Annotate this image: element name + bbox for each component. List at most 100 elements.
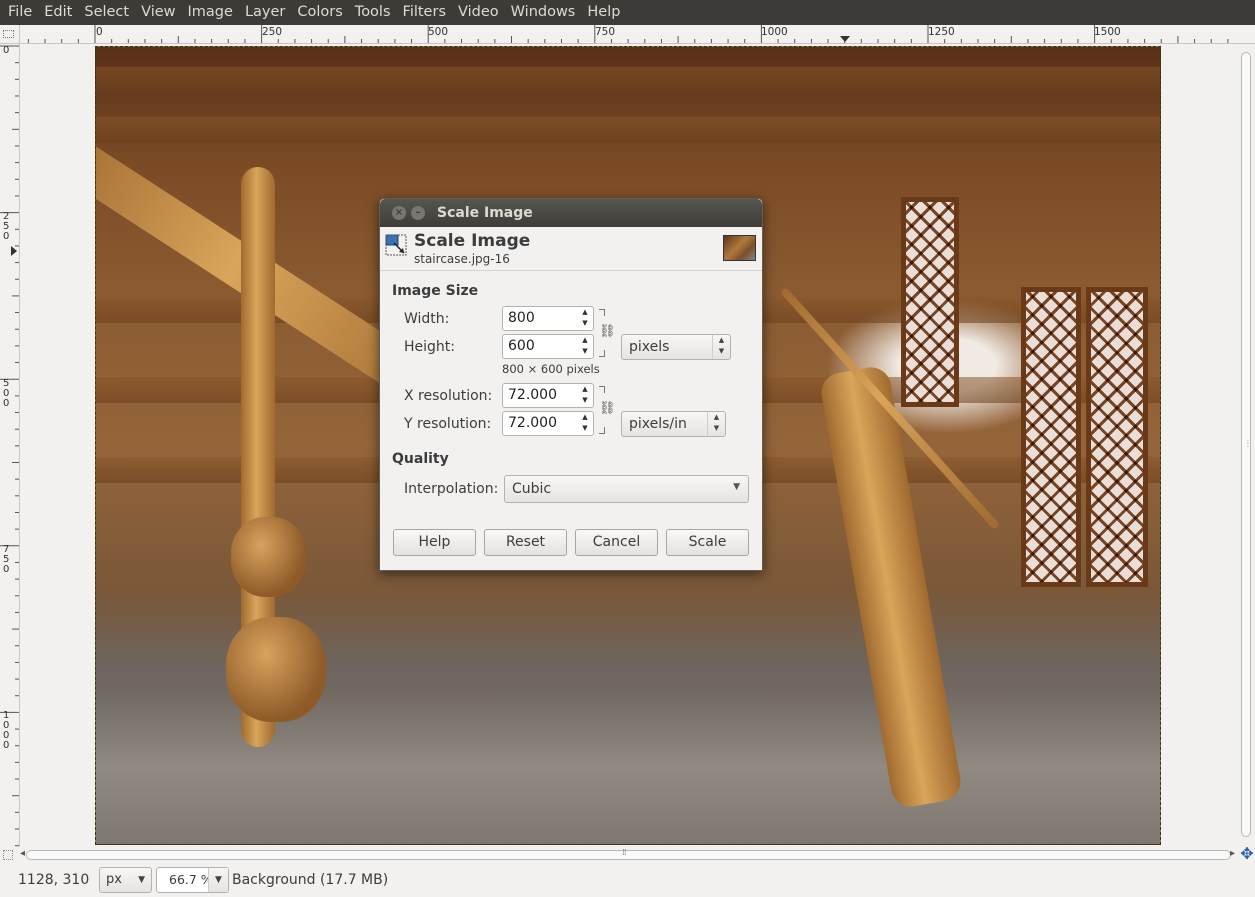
height-value: 600 [508,338,535,354]
image-thumbnail [723,235,756,261]
chain-link-icon: ⛓ [599,324,616,339]
dialog-header-title: Scale Image [414,231,531,251]
vruler-label: 250 [3,211,10,242]
spin-arrows-icon[interactable]: ▲ ▼ [577,307,593,330]
spin-arrows-icon: ▲ ▼ [712,335,730,359]
zoom-selector[interactable]: 66.7 % ▼ [156,867,229,893]
pointer-marker-icon [11,246,17,256]
canvas-menu-button[interactable] [1235,25,1255,44]
vruler-label: 500 [3,378,10,409]
layer-info: Background (17.7 MB) [232,872,389,888]
horizontal-ruler[interactable]: 0 250 500 750 1000 1250 1500 [20,25,1235,44]
dialog-separator [380,270,762,271]
hruler-label: 1500 [1094,26,1121,38]
image-size-heading: Image Size [392,283,479,299]
chain-link-icon: ⛓ [599,401,616,416]
lattice-window [901,197,959,407]
reset-button[interactable]: Reset [484,529,567,556]
height-label: Height: [404,339,455,355]
statusbar: 1128, 310 px ▼ 66.7 % ▼ Background (17.7… [0,863,1255,897]
spin-arrows-icon[interactable]: ▲ ▼ [577,384,593,407]
menu-select[interactable]: Select [78,0,135,25]
horizontal-scroll-track[interactable] [26,850,1231,860]
scale-image-icon [385,234,407,256]
menu-file[interactable]: File [2,0,38,25]
x-resolution-label: X resolution: [404,388,493,404]
unit-selector[interactable]: px ▼ [99,867,152,893]
y-resolution-field[interactable]: 72.000 ▲ ▼ [502,411,594,436]
resolution-unit-selector[interactable]: pixels/in ▲ ▼ [621,411,726,437]
selection-corner-icon [3,30,14,38]
hruler-label: 250 [262,26,283,38]
chevron-down-icon: ▼ [138,875,145,885]
scroll-right-icon[interactable]: ▸ [1230,848,1235,859]
dialog-title: Scale Image [437,205,533,221]
quick-mask-icon[interactable] [3,850,13,860]
menu-filters[interactable]: Filters [397,0,452,25]
size-info: 800 × 600 pixels [502,362,600,376]
newel-knob [231,517,306,597]
y-resolution-label: Y resolution: [404,416,492,432]
size-unit-selector[interactable]: pixels ▲ ▼ [621,334,731,360]
menu-windows[interactable]: Windows [505,0,582,25]
menu-video[interactable]: Video [452,0,505,25]
menu-view[interactable]: View [135,0,181,25]
menu-image[interactable]: Image [182,0,239,25]
horizontal-ruler-ticks [27,25,1229,43]
menu-edit[interactable]: Edit [38,0,78,25]
x-resolution-field[interactable]: 72.000 ▲ ▼ [502,383,594,408]
navigate-icon[interactable]: ✥ [1239,846,1255,862]
hruler-label: 500 [428,26,449,38]
menubar: File Edit Select View Image Layer Colors… [0,0,1255,25]
menu-layer[interactable]: Layer [239,0,291,25]
hruler-label: 1250 [928,26,955,38]
unit-value: px [106,872,122,887]
zoom-value: 66.7 % [169,872,213,887]
help-button[interactable]: Help [393,529,476,556]
scale-image-dialog: × – Scale Image Scale Image staircase.jp… [379,198,763,571]
chevron-down-icon[interactable]: ▼ [208,868,228,892]
lattice-door-right [1086,287,1148,587]
newel-burl [226,617,326,722]
scroll-left-icon[interactable]: ◂ [20,848,25,859]
lattice-door-left [1021,287,1081,587]
menu-tools[interactable]: Tools [349,0,397,25]
width-label: Width: [404,311,450,327]
horizontal-scrollbar[interactable]: ◂ ⁞⁞ ▸ [0,847,1255,863]
ruler-corner[interactable] [0,25,20,44]
resolution-chain-button[interactable]: ⛓ [599,386,616,434]
scale-button[interactable]: Scale [666,529,749,556]
quality-heading: Quality [392,451,449,467]
dialog-header-subtitle: staircase.jpg-16 [414,252,510,266]
interpolation-selector[interactable]: Cubic ▼ [504,475,749,503]
dialog-titlebar[interactable]: × – Scale Image [380,199,762,227]
vertical-scrollbar[interactable]: ⋮ [1237,44,1255,847]
y-resolution-value: 72.000 [508,415,557,431]
close-icon[interactable]: × [392,206,406,220]
width-field[interactable]: 800 ▲ ▼ [502,306,594,331]
cancel-button[interactable]: Cancel [575,529,658,556]
scroll-grip-icon: ⋮ [1244,439,1252,448]
hruler-label: 0 [96,26,103,38]
spin-arrows-icon[interactable]: ▲ ▼ [577,335,593,358]
vertical-scroll-track[interactable]: ⋮ [1241,52,1252,837]
pointer-marker-icon [840,36,850,42]
spin-arrows-icon: ▲ ▼ [707,412,725,436]
menu-colors[interactable]: Colors [291,0,348,25]
height-field[interactable]: 600 ▲ ▼ [502,334,594,359]
vertical-ruler[interactable]: 0 250 500 750 1000 [0,44,20,847]
vruler-label: 750 [3,544,10,575]
hruler-label: 750 [595,26,616,38]
resolution-unit-value: pixels/in [629,416,687,432]
size-chain-button[interactable]: ⛓ [599,309,616,357]
pointer-coordinates: 1128, 310 [18,872,90,888]
scroll-grip-icon: ⁞⁞ [622,848,627,858]
minimize-icon[interactable]: – [411,206,425,220]
vruler-label: 0 [3,45,10,56]
vruler-label: 1000 [3,710,10,751]
x-resolution-value: 72.000 [508,387,557,403]
size-unit-value: pixels [629,339,670,355]
menu-help[interactable]: Help [581,0,626,25]
interpolation-value: Cubic [512,481,552,497]
spin-arrows-icon[interactable]: ▲ ▼ [577,412,593,435]
